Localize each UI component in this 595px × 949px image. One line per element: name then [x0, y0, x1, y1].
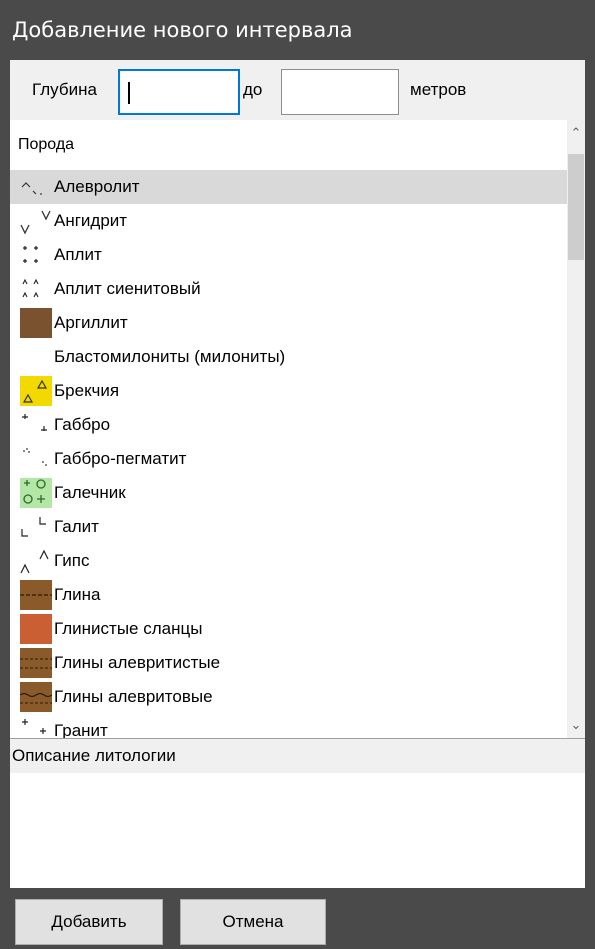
rock-item-label: Галечник: [54, 483, 126, 502]
clay-shale-swatch-icon: [20, 614, 52, 644]
clay-swatch-icon: [20, 580, 52, 610]
halite-pattern-icon: [21, 517, 46, 537]
rock-item-anhydrite[interactable]: Ангидрит: [10, 204, 567, 238]
dialog-title: Добавление нового интервала: [0, 0, 595, 60]
rock-list-header: Порода: [18, 136, 75, 153]
scroll-up-icon[interactable]: ⌃: [567, 120, 585, 146]
rock-item-silty-clay[interactable]: Глины алевритистые: [10, 646, 567, 680]
silty-clay-swatch-icon: [20, 648, 52, 678]
scroll-down-icon[interactable]: ⌄: [567, 712, 585, 738]
rock-item-label: Ангидрит: [54, 211, 128, 230]
pebble-pattern-icon: [20, 478, 52, 508]
rock-item-label: Гипс: [54, 551, 90, 570]
rock-item-label: Гранит: [54, 721, 108, 738]
lithology-description-panel[interactable]: Описание литологии: [10, 738, 585, 888]
rock-item-silt-clay[interactable]: Глины алевритовые: [10, 680, 567, 714]
add-interval-dialog: Добавление нового интервала Глубина до м…: [0, 0, 595, 949]
depth-to-input[interactable]: [281, 69, 399, 115]
rock-item-label: Брекчия: [54, 381, 120, 400]
window-frame-left: [0, 60, 10, 949]
depth-from-label: Глубина: [32, 80, 97, 99]
depth-to-label: до: [243, 80, 263, 99]
depth-from-input[interactable]: [118, 69, 240, 115]
rock-item-label: Бластомилониты (милониты): [54, 347, 286, 366]
depth-units-label: метров: [410, 80, 467, 99]
gypsum-pattern-icon: [20, 549, 49, 574]
window-frame-right: [585, 60, 595, 949]
rock-item-clay[interactable]: Глина: [10, 578, 567, 612]
rock-item-label: Аплит сиенитовый: [54, 279, 201, 298]
rock-item-halite[interactable]: Галит: [10, 510, 567, 544]
rock-item-label: Габбро: [54, 415, 111, 434]
rock-item-gabbro-pegmatite[interactable]: Габбро-пегматит: [10, 442, 567, 476]
rock-list-scrollbar[interactable]: ⌃ ⌄: [567, 120, 585, 738]
lithology-description-label: Описание литологии: [10, 739, 585, 773]
rock-item-gypsum[interactable]: Гипс: [10, 544, 567, 578]
rock-item-aplite[interactable]: Аплит: [10, 238, 567, 272]
rock-item-breccia[interactable]: Брекчия: [10, 374, 567, 408]
rock-item-label: Глины алевритистые: [54, 653, 221, 672]
rock-item-pebble[interactable]: Галечник: [10, 476, 567, 510]
rock-item-label: Аплит: [54, 245, 102, 264]
rock-item-syenite-aplite[interactable]: Аплит сиенитовый: [10, 272, 567, 306]
syenite-aplite-pattern-icon: [22, 278, 39, 298]
gabbro-pattern-icon: [22, 414, 47, 431]
aplite-pattern-icon: [23, 246, 38, 263]
siltstone-pattern-icon: [21, 182, 42, 195]
rock-item-label: Алевролит: [54, 177, 140, 196]
rock-item-argillite[interactable]: Аргиллит: [10, 306, 567, 340]
rock-item-label: Глины алевритовые: [54, 687, 213, 706]
rock-item-label: Галит: [54, 517, 99, 536]
rock-item-label: Глинистые сланцы: [54, 619, 203, 638]
granite-pattern-icon: [22, 719, 46, 734]
gabbro-pegmatite-pattern-icon: [23, 448, 47, 466]
rock-item-label: Аргиллит: [54, 313, 128, 332]
rock-item-label: Габбро-пегматит: [54, 449, 187, 468]
rock-type-list[interactable]: Порода Алевролит Ангидрит Аплит Аплит си…: [10, 120, 585, 738]
rock-item-granite[interactable]: Гранит: [10, 714, 567, 738]
rock-item-blastomylonite[interactable]: Бластомилониты (милониты): [10, 340, 567, 374]
rock-item-siltstone[interactable]: Алевролит: [10, 170, 567, 204]
rock-item-clay-shale[interactable]: Глинистые сланцы: [10, 612, 567, 646]
rock-item-label: Глина: [54, 585, 101, 604]
argillite-swatch-icon: [20, 308, 52, 338]
scroll-thumb[interactable]: [568, 154, 584, 260]
text-caret: [128, 82, 130, 104]
add-button[interactable]: Добавить: [15, 899, 163, 945]
anhydrite-pattern-icon: [20, 210, 51, 235]
rock-item-gabbro[interactable]: Габбро: [10, 408, 567, 442]
lithology-description-field[interactable]: [10, 773, 585, 889]
breccia-pattern-icon: [20, 376, 52, 406]
cancel-button[interactable]: Отмена: [180, 899, 326, 945]
silt-clay-swatch-icon: [20, 682, 52, 712]
